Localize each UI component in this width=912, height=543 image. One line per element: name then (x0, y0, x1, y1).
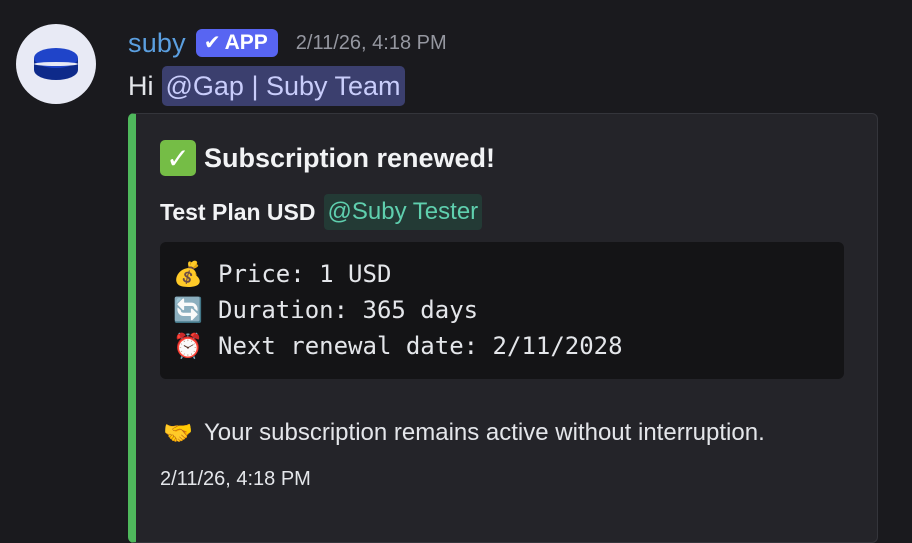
repeat-arrows-icon: 🔄 (173, 296, 203, 324)
embed-card: ✓ Subscription renewed! Test Plan USD @S… (128, 113, 878, 543)
code-line-text: Price: 1 USD (218, 260, 392, 288)
author-name[interactable]: suby (128, 28, 186, 59)
money-bag-icon: 💰 (173, 260, 203, 288)
white-check-mark-icon: ✓ (160, 140, 196, 176)
embed-note-text: Your subscription remains active without… (204, 419, 765, 446)
embed-footer-timestamp: 2/11/26, 4:18 PM (160, 468, 311, 490)
embed-title-text: Subscription renewed! (204, 142, 496, 173)
check-icon: ✔ (203, 32, 221, 54)
code-block: 💰 Price: 1 USD 🔄 Duration: 365 days ⏰ Ne… (160, 242, 844, 379)
plan-name: Test Plan USD (160, 198, 316, 225)
code-line-renewal: ⏰ Next renewal date: 2/11/2028 (172, 328, 832, 364)
code-line-price: 💰 Price: 1 USD (172, 256, 832, 292)
message-content: Hi @Gap | Suby Team (128, 66, 405, 106)
embed-note: 🤝 Your subscription remains active witho… (160, 416, 765, 450)
embed-title: ✓ Subscription renewed! (160, 140, 495, 176)
avatar[interactable] (16, 24, 96, 104)
chat-message: suby ✔ APP 2/11/26, 4:18 PM Hi @Gap | Su… (0, 0, 912, 543)
code-line-text: Duration: 365 days (218, 296, 479, 324)
app-badge-label: APP (224, 31, 268, 54)
code-line-duration: 🔄 Duration: 365 days (172, 292, 832, 328)
handshake-icon: 🤝 (163, 419, 193, 447)
user-mention[interactable]: @Gap | Suby Team (161, 66, 405, 106)
message-timestamp[interactable]: 2/11/26, 4:18 PM (296, 32, 447, 55)
message-header: suby ✔ APP 2/11/26, 4:18 PM (128, 25, 447, 61)
plan-line: Test Plan USD @Suby Tester (160, 194, 483, 230)
alarm-clock-icon: ⏰ (173, 332, 203, 360)
app-badge: ✔ APP (195, 29, 278, 57)
role-mention[interactable]: @Suby Tester (323, 194, 483, 230)
code-line-text: Next renewal date: 2/11/2028 (218, 332, 623, 360)
greeting-text: Hi (128, 70, 154, 101)
coin-stack-icon (34, 48, 78, 80)
